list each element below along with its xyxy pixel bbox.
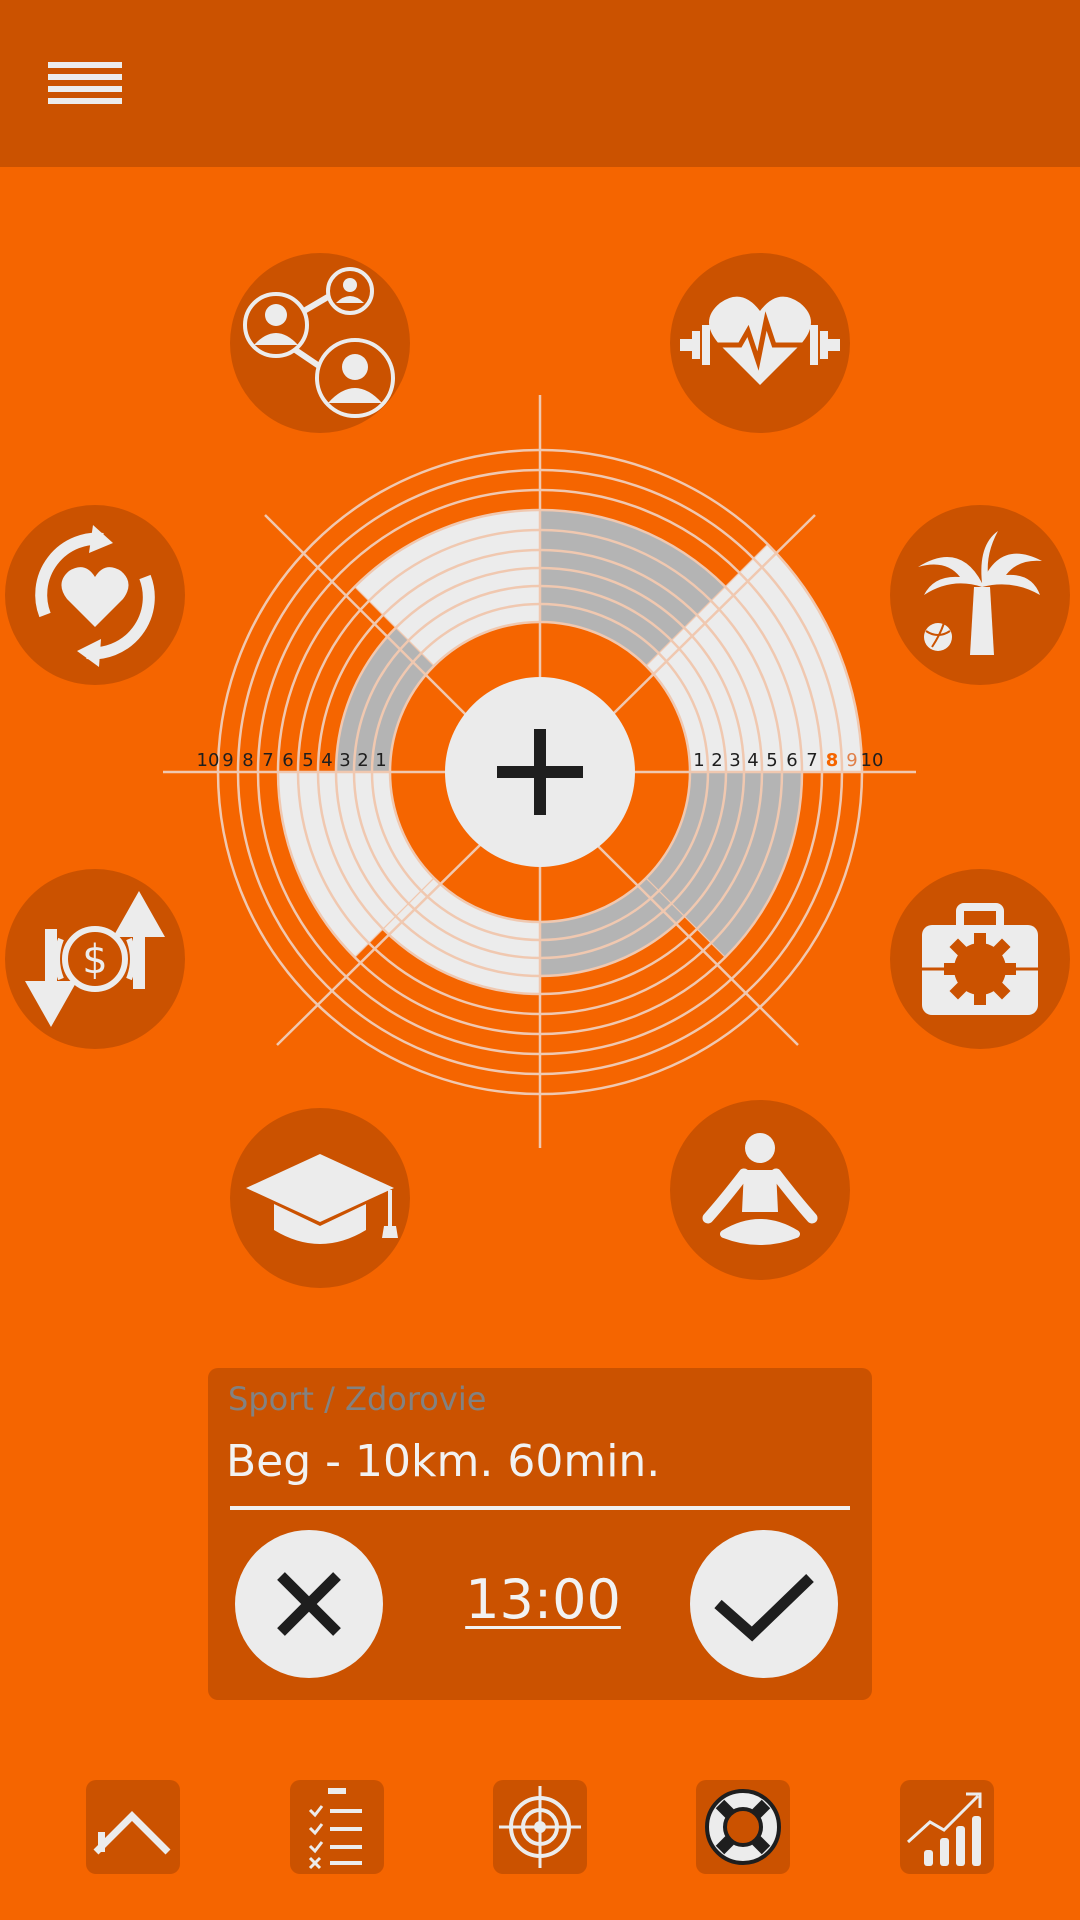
category-social-button[interactable] <box>230 253 410 433</box>
wheel-scale-right-4: 4 <box>747 750 758 771</box>
checklist-icon <box>308 1788 362 1870</box>
wheel-scale-left-10: 10 <box>197 750 220 771</box>
wheel-sector-5 <box>539 877 686 977</box>
nav-target-button[interactable] <box>493 1780 587 1874</box>
plus-icon <box>497 729 583 815</box>
wheel-scale-right-7: 7 <box>806 750 817 771</box>
category-education-button[interactable] <box>230 1108 410 1288</box>
wheel-scale-right-3: 3 <box>729 750 740 771</box>
wheel-scale-right-8: 8 <box>826 750 839 771</box>
meditation-icon <box>702 1133 818 1245</box>
wheel-scale-left-7: 7 <box>262 750 273 771</box>
goal-panel: Sport / Zdorovie Beg - 10km. 60min. 13:0… <box>208 1368 872 1700</box>
goal-category-label: Sport / Zdorovie <box>228 1380 487 1418</box>
briefcase-gear-icon <box>922 903 1038 1015</box>
category-leisure-button[interactable] <box>890 505 1070 685</box>
wheel-sector-8 <box>335 626 435 773</box>
graduation-cap-icon <box>246 1154 398 1244</box>
wheel-scale-right-9: 9 <box>846 750 857 771</box>
wheel-scale-left-2: 2 <box>357 750 368 771</box>
wheel-scale-right-10: 10 <box>861 750 884 771</box>
heart-dumbbell-icon <box>680 296 840 385</box>
goal-task-field[interactable]: Beg - 10km. 60min. <box>226 1436 660 1487</box>
wheel-scale-right-5: 5 <box>766 750 777 771</box>
target-icon <box>499 1786 581 1868</box>
wheel-scale-right-1: 1 <box>693 750 704 771</box>
nav-help-button[interactable] <box>696 1780 790 1874</box>
cancel-button[interactable] <box>235 1530 383 1678</box>
wheel-sector-1 <box>353 509 541 667</box>
category-health-button[interactable] <box>670 253 850 433</box>
nav-stats-button[interactable] <box>900 1780 994 1874</box>
wheel-sector-2 <box>539 509 727 667</box>
wheel-scale-right-2: 2 <box>711 750 722 771</box>
confirm-button[interactable] <box>690 1530 838 1678</box>
heart-cycle-icon <box>35 525 155 667</box>
wheel-scale-left-3: 3 <box>339 750 350 771</box>
category-career-button[interactable] <box>890 869 1070 1049</box>
add-goal-button[interactable] <box>445 677 635 867</box>
close-icon <box>277 1572 341 1636</box>
category-spirituality-button[interactable] <box>670 1100 850 1280</box>
nav-tasks-button[interactable] <box>290 1780 384 1874</box>
palm-tree-icon <box>918 531 1042 655</box>
money-flow-icon: $ <box>25 891 165 1027</box>
category-finance-button[interactable]: $ <box>5 869 185 1049</box>
hamburger-menu-icon[interactable] <box>36 50 136 120</box>
category-relationships-button[interactable] <box>5 505 185 685</box>
check-icon <box>714 1574 814 1642</box>
wheel-scale-left-9: 9 <box>222 750 233 771</box>
wheel-scale-left-5: 5 <box>302 750 313 771</box>
time-picker[interactable]: 13:00 <box>433 1568 653 1631</box>
growth-chart-icon <box>906 1792 982 1866</box>
wheel-scale-left-6: 6 <box>282 750 293 771</box>
wheel-sector-6 <box>382 877 541 995</box>
home-icon <box>93 1811 171 1855</box>
svg-text:$: $ <box>82 937 107 983</box>
social-network-icon <box>243 267 395 418</box>
nav-home-button[interactable] <box>86 1780 180 1874</box>
wheel-sector-4 <box>645 771 803 959</box>
task-field-underline <box>230 1506 850 1510</box>
wheel-scale-left-1: 1 <box>375 750 386 771</box>
lifebuoy-icon <box>705 1789 781 1865</box>
wheel-sector-7 <box>277 771 435 959</box>
wheel-sector-3 <box>645 543 863 773</box>
wheel-scale-right-6: 6 <box>786 750 797 771</box>
wheel-scale-left-8: 8 <box>242 750 253 771</box>
wheel-scale-left-4: 4 <box>321 750 332 771</box>
top-bar <box>0 0 1080 167</box>
